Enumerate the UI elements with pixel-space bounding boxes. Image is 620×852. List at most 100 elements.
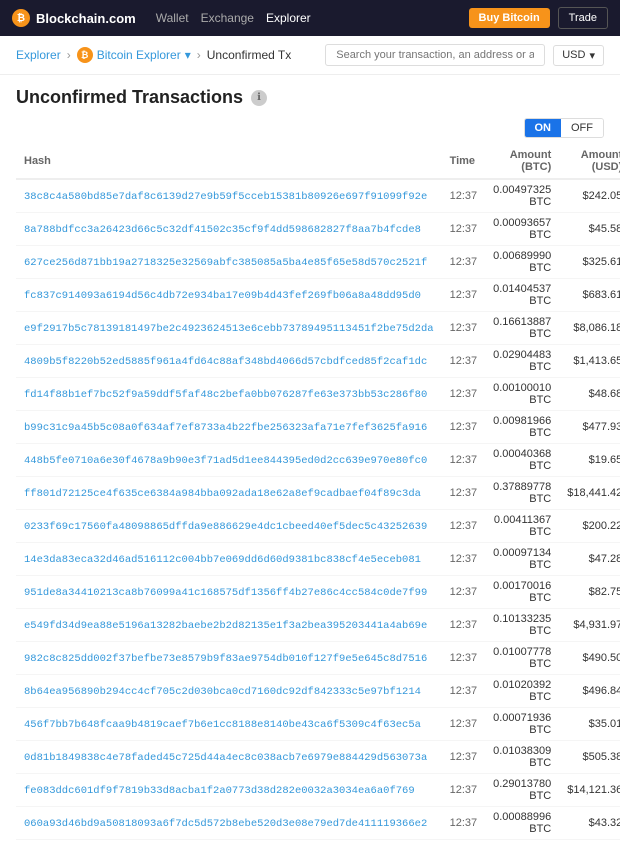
nav-exchange[interactable]: Exchange <box>201 11 254 25</box>
nav-explorer[interactable]: Explorer <box>266 11 311 25</box>
toggle-off-button[interactable]: OFF <box>561 119 603 137</box>
tx-hash-cell: 38c8c4a580bd85e7daf8c6139d27e9b59f5cceb1… <box>16 179 442 213</box>
tx-btc-cell: 0.00097134 BTC <box>485 543 559 576</box>
tx-btc-cell: 0.01007778 BTC <box>485 642 559 675</box>
tx-hash-link[interactable]: 8b64ea956890b294cc4cf705c2d030bca0cd7160… <box>24 686 421 698</box>
tx-btc-cell: 0.00100010 BTC <box>485 378 559 411</box>
tx-hash-cell: e9f2917b5c78139181497be2c4923624513e6ceb… <box>16 312 442 345</box>
tx-time-cell: 12:37 <box>442 675 486 708</box>
tx-hash-cell: 14e3da83eca32d46ad516112c004bb7e069dd6d6… <box>16 543 442 576</box>
tx-btc-cell: 0.16613887 BTC <box>485 312 559 345</box>
tx-btc-cell: 0.00093657 BTC <box>485 213 559 246</box>
tx-btc-cell: 0.00088996 BTC <box>485 807 559 840</box>
tx-hash-link[interactable]: 14e3da83eca32d46ad516112c004bb7e069dd6d6… <box>24 554 421 566</box>
tx-hash-link[interactable]: fc837c914093a6194d56c4db72e934ba17e09b4d… <box>24 290 421 302</box>
tx-time-cell: 12:37 <box>442 642 486 675</box>
tx-time-cell: 12:37 <box>442 246 486 279</box>
tx-usd-cell: $325.61 <box>559 246 620 279</box>
tx-hash-link[interactable]: 060a93d46bd9a50818093a6f7dc5d572b8ebe520… <box>24 818 427 830</box>
header-hash: Hash <box>16 144 442 179</box>
tx-btc-cell: 0.00497325 BTC <box>485 179 559 213</box>
tx-hash-link[interactable]: e9f2917b5c78139181497be2c4923624513e6ceb… <box>24 323 434 335</box>
tx-time-cell: 12:37 <box>442 179 486 213</box>
buy-bitcoin-button[interactable]: Buy Bitcoin <box>469 8 550 28</box>
tx-hash-link[interactable]: 982c8c825dd002f37befbe73e8579b9f83ae9754… <box>24 653 427 665</box>
page-title: Unconfirmed Transactions <box>16 87 243 108</box>
tx-usd-cell: $45.58 <box>559 213 620 246</box>
table-row: fe083ddc601df9f7819b33d8acba1f2a0773d38d… <box>16 774 620 807</box>
brand-name: Blockchain.com <box>36 11 136 26</box>
tx-hash-link[interactable]: e549fd34d9ea88e5196a13282baebe2b2d82135e… <box>24 620 427 632</box>
table-row: ff801d72125ce4f635ce6384a984bba092ada18e… <box>16 477 620 510</box>
currency-selector[interactable]: USD ▾ <box>553 45 604 66</box>
breadcrumb-sep-2: › <box>197 48 201 62</box>
table-row: fc837c914093a6194d56c4db72e934ba17e09b4d… <box>16 279 620 312</box>
tx-time-cell: 12:37 <box>442 741 486 774</box>
currency-label: USD <box>562 49 585 61</box>
search-input[interactable] <box>325 44 545 66</box>
tx-hash-cell: fd14f88b1ef7bc52f9a59ddf5faf48c2befa0bb0… <box>16 378 442 411</box>
toggle-row: ON OFF <box>16 118 604 138</box>
tx-btc-cell: 0.01020392 BTC <box>485 675 559 708</box>
tx-time-cell: 12:37 <box>442 708 486 741</box>
toggle-on-button[interactable]: ON <box>525 119 562 137</box>
currency-chevron: ▾ <box>589 49 595 62</box>
breadcrumb-bitcoin-label: Bitcoin Explorer <box>97 48 181 62</box>
tx-hash-link[interactable]: fd14f88b1ef7bc52f9a59ddf5faf48c2befa0bb0… <box>24 389 427 401</box>
nav-wallet[interactable]: Wallet <box>156 11 189 25</box>
table-row: 8b64ea956890b294cc4cf705c2d030bca0cd7160… <box>16 675 620 708</box>
btc-icon: ₿ <box>77 47 93 63</box>
tx-hash-link[interactable]: fe083ddc601df9f7819b33d8acba1f2a0773d38d… <box>24 785 415 797</box>
tx-hash-link[interactable]: 8a788bdfcc3a26423d66c5c32df41502c35cf9f4… <box>24 224 421 236</box>
info-icon[interactable]: ℹ <box>251 90 267 106</box>
tx-usd-cell: $490.50 <box>559 642 620 675</box>
tx-hash-link[interactable]: 0233f69c17560fa48098865dffda9e886629e4dc… <box>24 521 427 533</box>
tx-hash-link[interactable]: b99c31c9a45b5c08a0f634af7ef8733a4b22fbe2… <box>24 422 427 434</box>
table-row: 982c8c825dd002f37befbe73e8579b9f83ae9754… <box>16 642 620 675</box>
tx-hash-link[interactable]: 456f7bb7b648fcaa9b4819caef7b6e1cc8188e81… <box>24 719 421 731</box>
tx-btc-cell: 0.02904483 BTC <box>485 345 559 378</box>
tx-btc-cell: 0.00411367 BTC <box>485 510 559 543</box>
tx-usd-cell: $47.28 <box>559 543 620 576</box>
breadcrumb-explorer[interactable]: Explorer <box>16 48 61 62</box>
tx-usd-cell: $18,441.42 <box>559 477 620 510</box>
tx-usd-cell: $200.22 <box>559 510 620 543</box>
breadcrumb-bitcoin[interactable]: ₿ Bitcoin Explorer ▾ <box>77 47 191 63</box>
tx-usd-cell: $1,413.65 <box>559 345 620 378</box>
tx-hash-cell: fc837c914093a6194d56c4db72e934ba17e09b4d… <box>16 279 442 312</box>
search-area: USD ▾ <box>325 44 604 66</box>
tx-usd-cell: $496.84 <box>559 675 620 708</box>
tx-hash-link[interactable]: 627ce256d871bb19a2718325e32569abfc385085… <box>24 257 427 269</box>
tx-hash-cell: 982c8c825dd002f37befbe73e8579b9f83ae9754… <box>16 642 442 675</box>
table-row: 0233f69c17560fa48098865dffda9e886629e4dc… <box>16 510 620 543</box>
tx-hash-link[interactable]: 448b5fe0710a6e30f4678a9b90e3f71ad5d1ee84… <box>24 455 427 467</box>
breadcrumb-chevron: ▾ <box>185 48 191 62</box>
navbar: ₿ Blockchain.com Wallet Exchange Explore… <box>0 0 620 36</box>
navbar-right: Buy Bitcoin Trade <box>469 7 608 29</box>
trade-button[interactable]: Trade <box>558 7 608 29</box>
table-row: 4809b5f8220b52ed5885f961a4fd64c88af348bd… <box>16 345 620 378</box>
tx-usd-cell: $43.32 <box>559 807 620 840</box>
table-body: 38c8c4a580bd85e7daf8c6139d27e9b59f5cceb1… <box>16 179 620 840</box>
tx-hash-link[interactable]: 0d81b1849838c4e78faded45c725d44a4ec8c038… <box>24 752 427 764</box>
nav-links: Wallet Exchange Explorer <box>156 11 311 25</box>
table-row: 38c8c4a580bd85e7daf8c6139d27e9b59f5cceb1… <box>16 179 620 213</box>
tx-usd-cell: $14,121.36 <box>559 774 620 807</box>
tx-time-cell: 12:37 <box>442 345 486 378</box>
tx-hash-link[interactable]: 38c8c4a580bd85e7daf8c6139d27e9b59f5cceb1… <box>24 191 427 203</box>
tx-btc-cell: 0.37889778 BTC <box>485 477 559 510</box>
tx-hash-link[interactable]: ff801d72125ce4f635ce6384a984bba092ada18e… <box>24 488 421 500</box>
tx-btc-cell: 0.00689990 BTC <box>485 246 559 279</box>
table-row: 060a93d46bd9a50818093a6f7dc5d572b8ebe520… <box>16 807 620 840</box>
header-amount-usd: Amount (USD) <box>559 144 620 179</box>
tx-hash-link[interactable]: 4809b5f8220b52ed5885f961a4fd64c88af348bd… <box>24 356 427 368</box>
table-row: e549fd34d9ea88e5196a13282baebe2b2d82135e… <box>16 609 620 642</box>
tx-hash-link[interactable]: 951de8a34410213ca8b76099a41c168575df1356… <box>24 587 427 599</box>
table-row: 448b5fe0710a6e30f4678a9b90e3f71ad5d1ee84… <box>16 444 620 477</box>
tx-hash-cell: 0d81b1849838c4e78faded45c725d44a4ec8c038… <box>16 741 442 774</box>
tx-time-cell: 12:37 <box>442 312 486 345</box>
tx-btc-cell: 0.00071936 BTC <box>485 708 559 741</box>
table-row: b99c31c9a45b5c08a0f634af7ef8733a4b22fbe2… <box>16 411 620 444</box>
tx-hash-cell: 4809b5f8220b52ed5885f961a4fd64c88af348bd… <box>16 345 442 378</box>
tx-hash-cell: 456f7bb7b648fcaa9b4819caef7b6e1cc8188e81… <box>16 708 442 741</box>
